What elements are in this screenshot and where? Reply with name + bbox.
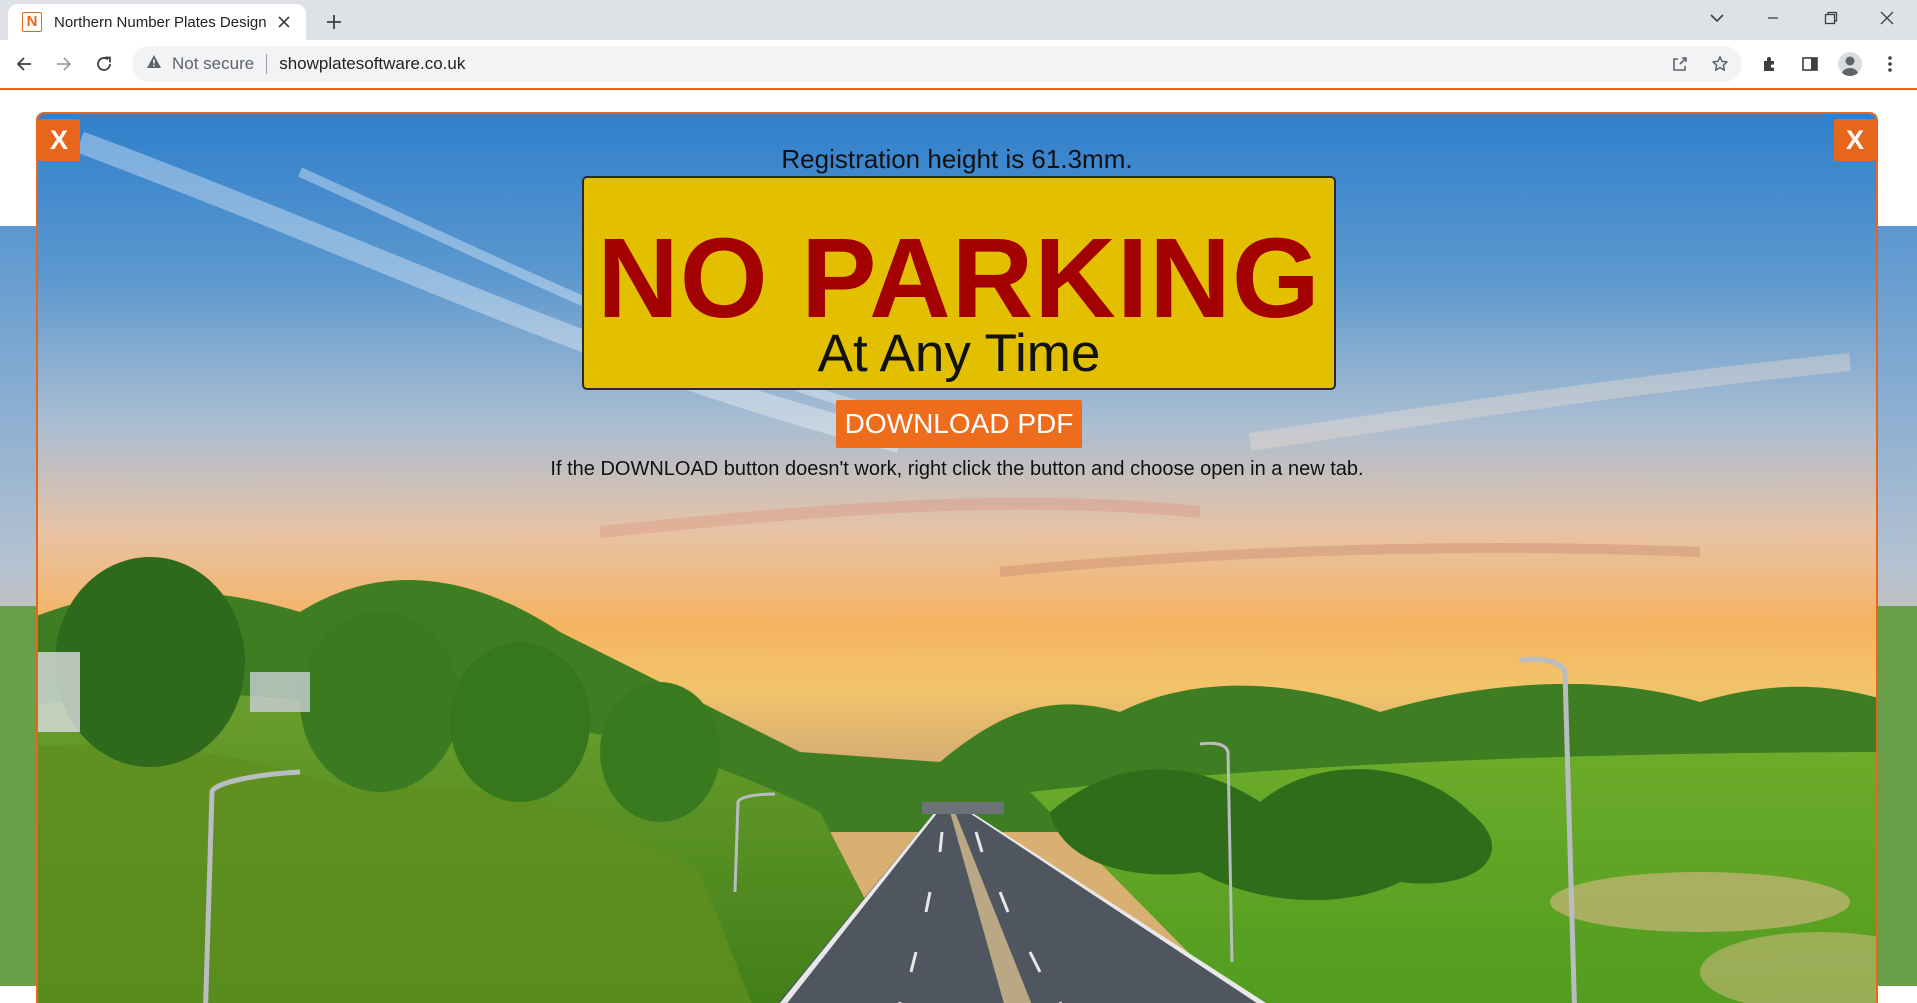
site-favicon-icon: N <box>22 12 42 32</box>
page-body: X X Registration height is 61.3mm. NO PA… <box>0 90 1917 1003</box>
security-indicator[interactable]: Not secure <box>146 54 254 74</box>
plate-preview-modal: X X Registration height is 61.3mm. NO PA… <box>36 112 1878 1003</box>
sign-plate-preview: NO PARKING At Any Time <box>582 176 1336 390</box>
side-panel-icon[interactable] <box>1796 50 1824 78</box>
tab-close-icon[interactable] <box>274 12 294 32</box>
warning-triangle-icon <box>146 54 162 74</box>
plate-sub-text: At Any Time <box>817 324 1101 383</box>
forward-arrow-icon[interactable] <box>50 50 78 78</box>
address-bar[interactable]: Not secure showplatesoftware.co.uk <box>132 46 1742 82</box>
close-window-icon[interactable] <box>1864 0 1910 36</box>
registration-height-text: Registration height is 61.3mm. <box>781 144 1133 174</box>
tab-title: Northern Number Plates Design <box>54 13 267 31</box>
address-actions <box>1666 50 1734 78</box>
browser-tab[interactable]: N Northern Number Plates Design <box>8 4 306 40</box>
extensions-puzzle-icon[interactable] <box>1756 50 1784 78</box>
new-tab-plus-icon[interactable] <box>320 8 348 36</box>
kebab-menu-icon[interactable] <box>1876 50 1904 78</box>
not-secure-label: Not secure <box>172 54 255 73</box>
share-icon[interactable] <box>1666 50 1694 78</box>
reload-icon[interactable] <box>90 50 118 78</box>
profile-avatar-icon[interactable] <box>1836 50 1864 78</box>
minimize-icon[interactable] <box>1750 0 1796 36</box>
tab-strip: N Northern Number Plates Design <box>0 0 1917 40</box>
plate-main-text: NO PARKING <box>597 215 1321 341</box>
tab-search-chevron-down-icon[interactable] <box>1694 0 1740 36</box>
url-text[interactable]: showplatesoftware.co.uk <box>279 54 465 74</box>
download-hint-text: If the DOWNLOAD button doesn't work, rig… <box>550 458 1364 480</box>
download-pdf-button[interactable]: DOWNLOAD PDF <box>836 400 1082 448</box>
bookmark-star-icon[interactable] <box>1706 50 1734 78</box>
address-separator <box>266 54 268 74</box>
browser-toolbar: Not secure showplatesoftware.co.uk <box>0 40 1917 88</box>
back-arrow-icon[interactable] <box>10 50 38 78</box>
restore-window-icon[interactable] <box>1808 0 1854 36</box>
